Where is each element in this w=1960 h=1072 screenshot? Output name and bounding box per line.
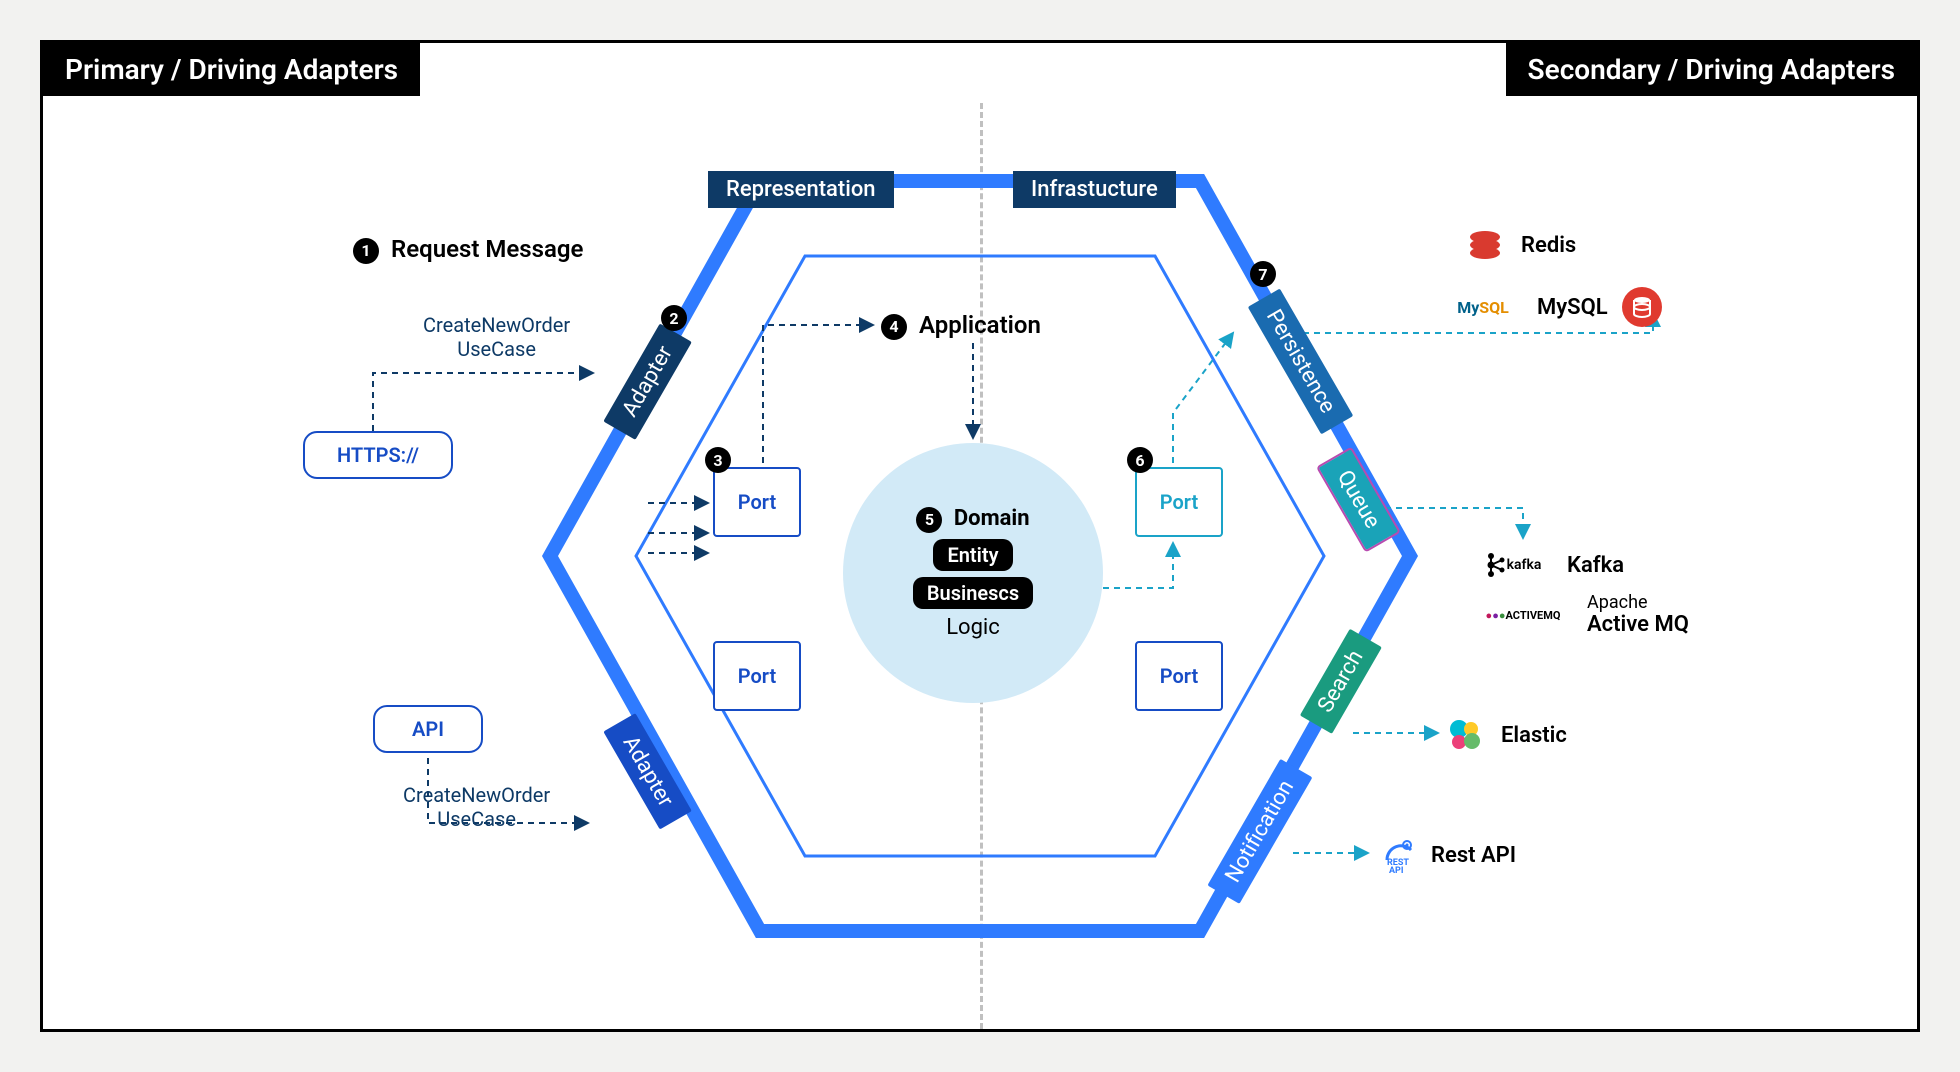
badge-5: 5	[916, 507, 942, 533]
external-activemq: ●●● ACTIVEMQ Apache Active MQ	[1473, 593, 1689, 637]
usecase-upper-line1: CreateNewOrder	[423, 313, 570, 337]
badge-2: 2	[661, 305, 687, 331]
restapi-icon: RESTAPI	[1373, 833, 1417, 877]
step-1-request-message: 1 Request Message	[353, 235, 583, 264]
usecase-lower-line1: CreateNewOrder	[403, 783, 550, 807]
step-4-application: 4 Application	[881, 311, 1041, 340]
badge-7: 7	[1250, 261, 1276, 287]
domain-business: Businescs	[913, 577, 1033, 609]
activemq-label-1: Apache	[1587, 593, 1689, 613]
domain-label: Domain	[954, 506, 1030, 531]
port-left-upper: Port	[713, 467, 801, 537]
label-representation: Representation	[708, 171, 894, 208]
step-4-text: Application	[919, 311, 1041, 339]
external-elastic: Elastic	[1443, 713, 1567, 757]
external-kafka: kafka Kafka	[1473, 543, 1624, 587]
restapi-label: Rest API	[1431, 843, 1516, 868]
external-restapi: RESTAPI Rest API	[1373, 833, 1516, 877]
mysql-label: MySQL	[1537, 295, 1608, 320]
port-right-upper: Port	[1135, 467, 1223, 537]
badge-4: 4	[881, 314, 907, 340]
elastic-label: Elastic	[1501, 723, 1567, 748]
svg-text:API: API	[1389, 866, 1403, 875]
badge-6: 6	[1127, 447, 1153, 473]
database-icon	[1622, 287, 1662, 327]
activemq-icon: ●●● ACTIVEMQ	[1473, 593, 1573, 637]
diagram-frame: Primary / Driving Adapters Secondary / D…	[40, 40, 1920, 1032]
kafka-label: Kafka	[1567, 553, 1624, 578]
kafka-icon: kafka	[1473, 543, 1553, 587]
elastic-icon	[1443, 713, 1487, 757]
header-secondary-adapters: Secondary / Driving Adapters	[1506, 43, 1917, 96]
port-right-lower: Port	[1135, 641, 1223, 711]
domain-circle: 5 Domain Entity Businescs Logic	[843, 443, 1103, 703]
label-infrastructure: Infrastucture	[1013, 171, 1176, 208]
badge-1: 1	[353, 238, 379, 264]
api-box: API	[373, 705, 483, 753]
usecase-lower: CreateNewOrder UseCase	[403, 783, 550, 831]
external-mysql: MySQL MySQL	[1443, 285, 1662, 329]
mysql-icon: MySQL	[1443, 285, 1523, 329]
usecase-upper-line2: UseCase	[423, 337, 570, 361]
port-left-lower: Port	[713, 641, 801, 711]
usecase-lower-line2: UseCase	[403, 807, 550, 831]
header-primary-adapters: Primary / Driving Adapters	[43, 43, 420, 96]
external-redis: Redis	[1463, 223, 1576, 267]
badge-3: 3	[705, 447, 731, 473]
domain-entity: Entity	[933, 539, 1012, 571]
redis-label: Redis	[1521, 233, 1576, 258]
usecase-upper: CreateNewOrder UseCase	[423, 313, 570, 361]
https-box: HTTPS://	[303, 431, 453, 479]
domain-title: 5 Domain	[916, 506, 1029, 532]
domain-logic: Logic	[946, 615, 1000, 640]
step-1-text: Request Message	[391, 235, 583, 263]
redis-icon	[1463, 223, 1507, 267]
activemq-label-2: Active MQ	[1587, 613, 1689, 637]
